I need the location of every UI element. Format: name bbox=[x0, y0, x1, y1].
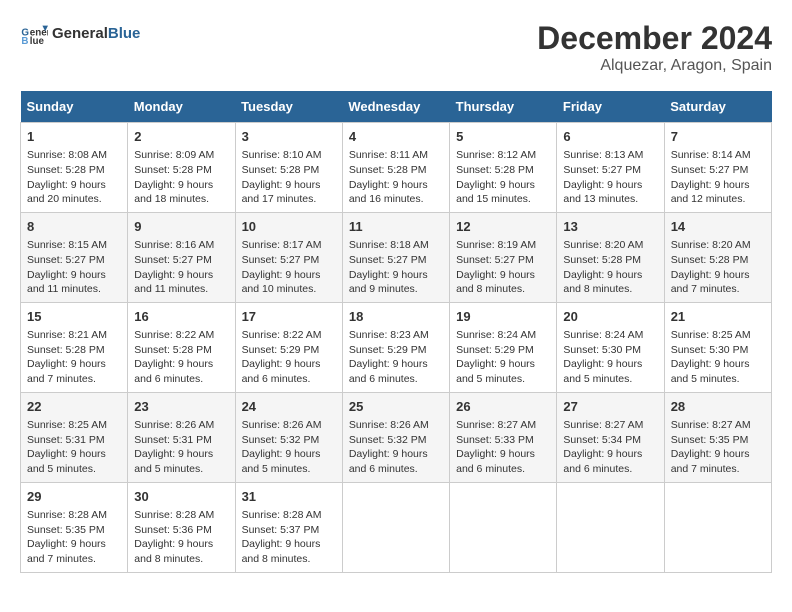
table-row: 13Sunrise: 8:20 AMSunset: 5:28 PMDayligh… bbox=[557, 212, 664, 302]
logo: G eneral B lue GeneralBlue bbox=[20, 20, 140, 48]
table-row: 11Sunrise: 8:18 AMSunset: 5:27 PMDayligh… bbox=[342, 212, 449, 302]
table-row: 7Sunrise: 8:14 AMSunset: 5:27 PMDaylight… bbox=[664, 123, 771, 213]
table-row: 5Sunrise: 8:12 AMSunset: 5:28 PMDaylight… bbox=[450, 123, 557, 213]
table-row: 6Sunrise: 8:13 AMSunset: 5:27 PMDaylight… bbox=[557, 123, 664, 213]
table-row: 10Sunrise: 8:17 AMSunset: 5:27 PMDayligh… bbox=[235, 212, 342, 302]
col-thursday: Thursday bbox=[450, 91, 557, 123]
table-row: 20Sunrise: 8:24 AMSunset: 5:30 PMDayligh… bbox=[557, 302, 664, 392]
table-row: 18Sunrise: 8:23 AMSunset: 5:29 PMDayligh… bbox=[342, 302, 449, 392]
table-row: 17Sunrise: 8:22 AMSunset: 5:29 PMDayligh… bbox=[235, 302, 342, 392]
table-row: 15Sunrise: 8:21 AMSunset: 5:28 PMDayligh… bbox=[21, 302, 128, 392]
table-row: 27Sunrise: 8:27 AMSunset: 5:34 PMDayligh… bbox=[557, 392, 664, 482]
table-row: 16Sunrise: 8:22 AMSunset: 5:28 PMDayligh… bbox=[128, 302, 235, 392]
calendar-week-row: 8Sunrise: 8:15 AMSunset: 5:27 PMDaylight… bbox=[21, 212, 772, 302]
table-row: 21Sunrise: 8:25 AMSunset: 5:30 PMDayligh… bbox=[664, 302, 771, 392]
svg-text:lue: lue bbox=[30, 36, 45, 47]
page-header: G eneral B lue GeneralBlue December 2024… bbox=[20, 20, 772, 75]
table-row: 26Sunrise: 8:27 AMSunset: 5:33 PMDayligh… bbox=[450, 392, 557, 482]
table-row bbox=[342, 482, 449, 572]
table-row bbox=[664, 482, 771, 572]
table-row: 30Sunrise: 8:28 AMSunset: 5:36 PMDayligh… bbox=[128, 482, 235, 572]
title-block: December 2024 Alquezar, Aragon, Spain bbox=[537, 20, 772, 75]
table-row: 9Sunrise: 8:16 AMSunset: 5:27 PMDaylight… bbox=[128, 212, 235, 302]
calendar-table: Sunday Monday Tuesday Wednesday Thursday… bbox=[20, 91, 772, 573]
table-row: 8Sunrise: 8:15 AMSunset: 5:27 PMDaylight… bbox=[21, 212, 128, 302]
logo-icon: G eneral B lue bbox=[20, 20, 48, 48]
svg-text:B: B bbox=[21, 36, 28, 47]
table-row: 29Sunrise: 8:28 AMSunset: 5:35 PMDayligh… bbox=[21, 482, 128, 572]
table-row: 14Sunrise: 8:20 AMSunset: 5:28 PMDayligh… bbox=[664, 212, 771, 302]
calendar-week-row: 1Sunrise: 8:08 AMSunset: 5:28 PMDaylight… bbox=[21, 123, 772, 213]
col-sunday: Sunday bbox=[21, 91, 128, 123]
calendar-week-row: 29Sunrise: 8:28 AMSunset: 5:35 PMDayligh… bbox=[21, 482, 772, 572]
table-row: 24Sunrise: 8:26 AMSunset: 5:32 PMDayligh… bbox=[235, 392, 342, 482]
table-row: 23Sunrise: 8:26 AMSunset: 5:31 PMDayligh… bbox=[128, 392, 235, 482]
table-row: 28Sunrise: 8:27 AMSunset: 5:35 PMDayligh… bbox=[664, 392, 771, 482]
calendar-week-row: 22Sunrise: 8:25 AMSunset: 5:31 PMDayligh… bbox=[21, 392, 772, 482]
col-monday: Monday bbox=[128, 91, 235, 123]
table-row: 3Sunrise: 8:10 AMSunset: 5:28 PMDaylight… bbox=[235, 123, 342, 213]
table-row: 22Sunrise: 8:25 AMSunset: 5:31 PMDayligh… bbox=[21, 392, 128, 482]
table-row bbox=[557, 482, 664, 572]
table-row: 1Sunrise: 8:08 AMSunset: 5:28 PMDaylight… bbox=[21, 123, 128, 213]
calendar-week-row: 15Sunrise: 8:21 AMSunset: 5:28 PMDayligh… bbox=[21, 302, 772, 392]
col-tuesday: Tuesday bbox=[235, 91, 342, 123]
table-row: 19Sunrise: 8:24 AMSunset: 5:29 PMDayligh… bbox=[450, 302, 557, 392]
table-row: 25Sunrise: 8:26 AMSunset: 5:32 PMDayligh… bbox=[342, 392, 449, 482]
table-row: 12Sunrise: 8:19 AMSunset: 5:27 PMDayligh… bbox=[450, 212, 557, 302]
calendar-header-row: Sunday Monday Tuesday Wednesday Thursday… bbox=[21, 91, 772, 123]
table-row: 4Sunrise: 8:11 AMSunset: 5:28 PMDaylight… bbox=[342, 123, 449, 213]
page-title: December 2024 bbox=[537, 20, 772, 57]
page-subtitle: Alquezar, Aragon, Spain bbox=[537, 57, 772, 75]
col-friday: Friday bbox=[557, 91, 664, 123]
table-row: 31Sunrise: 8:28 AMSunset: 5:37 PMDayligh… bbox=[235, 482, 342, 572]
col-wednesday: Wednesday bbox=[342, 91, 449, 123]
col-saturday: Saturday bbox=[664, 91, 771, 123]
table-row bbox=[450, 482, 557, 572]
table-row: 2Sunrise: 8:09 AMSunset: 5:28 PMDaylight… bbox=[128, 123, 235, 213]
